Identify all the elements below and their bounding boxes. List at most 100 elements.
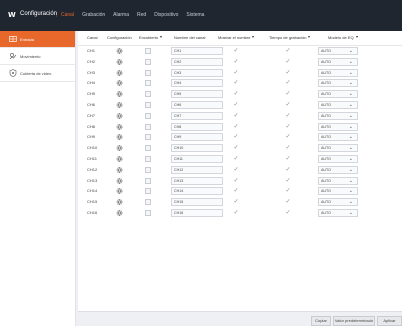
channel-name-input[interactable]: CH4 xyxy=(171,79,223,88)
tab-grabacion[interactable]: Grabación xyxy=(82,12,105,18)
record-time-checkbox[interactable]: ✓ xyxy=(284,166,292,174)
covert-checkbox[interactable] xyxy=(145,156,151,162)
channel-name-input[interactable]: CH8 xyxy=(171,122,223,131)
record-time-checkbox[interactable]: ✓ xyxy=(284,79,292,87)
covert-checkbox[interactable] xyxy=(145,188,151,195)
eq-model-select[interactable]: AUTO ⌄ xyxy=(318,209,358,217)
record-time-checkbox[interactable]: ✓ xyxy=(284,209,292,217)
gear-icon[interactable] xyxy=(116,166,123,174)
gear-icon[interactable] xyxy=(116,144,123,152)
default-button[interactable]: Valor predeterminado xyxy=(333,316,375,326)
gear-icon[interactable] xyxy=(116,133,123,141)
show-name-checkbox[interactable]: ✓ xyxy=(232,133,240,141)
eq-model-select[interactable]: AUTO ⌄ xyxy=(318,79,358,88)
tab-sistema[interactable]: Sistema xyxy=(186,12,204,18)
apply-button[interactable]: Aplicar xyxy=(377,316,402,326)
show-name-checkbox[interactable]: ✓ xyxy=(232,69,240,77)
channel-name-input[interactable]: CH6 xyxy=(171,101,223,109)
header-modelo-eq[interactable]: Modelo de EQ xyxy=(328,33,358,43)
channel-name-input[interactable]: CH2 xyxy=(171,57,223,66)
covert-checkbox[interactable] xyxy=(145,80,151,87)
covert-checkbox[interactable] xyxy=(145,123,151,130)
gear-icon[interactable] xyxy=(116,198,123,206)
sidebar-item-entrada[interactable]: Entrada xyxy=(0,31,75,48)
tab-dispositivo[interactable]: Dispositivo xyxy=(154,12,178,18)
covert-checkbox[interactable] xyxy=(145,91,151,98)
gear-icon[interactable] xyxy=(116,155,123,163)
eq-model-select[interactable]: AUTO ⌄ xyxy=(318,187,358,196)
sidebar-item-movimiento[interactable]: Movimiento xyxy=(0,48,75,65)
gear-icon[interactable] xyxy=(116,47,123,55)
record-time-checkbox[interactable]: ✓ xyxy=(284,155,292,163)
gear-icon[interactable] xyxy=(116,209,123,217)
show-name-checkbox[interactable]: ✓ xyxy=(232,90,240,98)
channel-name-input[interactable]: CH14 xyxy=(171,187,223,196)
eq-model-select[interactable]: AUTO ⌄ xyxy=(318,122,358,131)
covert-checkbox[interactable] xyxy=(145,166,151,173)
show-name-checkbox[interactable]: ✓ xyxy=(232,144,240,152)
eq-model-select[interactable]: AUTO ⌄ xyxy=(318,101,358,109)
show-name-checkbox[interactable]: ✓ xyxy=(232,123,240,131)
record-time-checkbox[interactable]: ✓ xyxy=(284,133,292,141)
record-time-checkbox[interactable]: ✓ xyxy=(284,198,292,206)
gear-icon[interactable] xyxy=(116,187,123,195)
eq-model-select[interactable]: AUTO ⌄ xyxy=(318,68,358,77)
gear-icon[interactable] xyxy=(116,79,123,87)
eq-model-select[interactable]: AUTO ⌄ xyxy=(318,176,358,185)
record-time-checkbox[interactable]: ✓ xyxy=(284,187,292,195)
record-time-checkbox[interactable]: ✓ xyxy=(284,101,292,109)
gear-icon[interactable] xyxy=(116,69,123,77)
eq-model-select[interactable]: AUTO ⌄ xyxy=(318,111,358,120)
gear-icon[interactable] xyxy=(116,58,123,66)
eq-model-select[interactable]: AUTO ⌄ xyxy=(318,198,358,207)
eq-model-select[interactable]: AUTO ⌄ xyxy=(318,47,358,55)
show-name-checkbox[interactable]: ✓ xyxy=(232,187,240,195)
show-name-checkbox[interactable]: ✓ xyxy=(232,155,240,163)
header-mostrar-nombre[interactable]: Mostrar el nombre xyxy=(218,33,255,43)
record-time-checkbox[interactable]: ✓ xyxy=(284,58,292,66)
covert-checkbox[interactable] xyxy=(145,58,151,65)
channel-name-input[interactable]: CH13 xyxy=(171,176,223,185)
eq-model-select[interactable]: AUTO ⌄ xyxy=(318,90,358,99)
show-name-checkbox[interactable]: ✓ xyxy=(232,177,240,185)
record-time-checkbox[interactable]: ✓ xyxy=(284,90,292,98)
channel-name-input[interactable]: CH1 xyxy=(171,47,223,55)
show-name-checkbox[interactable]: ✓ xyxy=(232,101,240,109)
covert-checkbox[interactable] xyxy=(145,199,151,206)
show-name-checkbox[interactable]: ✓ xyxy=(232,47,240,55)
gear-icon[interactable] xyxy=(116,177,123,185)
channel-name-input[interactable]: CH16 xyxy=(171,209,223,217)
channel-name-input[interactable]: CH10 xyxy=(171,144,223,153)
show-name-checkbox[interactable]: ✓ xyxy=(232,112,240,120)
eq-model-select[interactable]: AUTO ⌄ xyxy=(318,57,358,66)
tab-canal[interactable]: Canal xyxy=(61,12,74,18)
covert-checkbox[interactable] xyxy=(145,112,151,119)
covert-checkbox[interactable] xyxy=(145,210,151,216)
channel-name-input[interactable]: CH3 xyxy=(171,68,223,77)
covert-checkbox[interactable] xyxy=(145,48,151,54)
channel-name-input[interactable]: CH5 xyxy=(171,90,223,99)
gear-icon[interactable] xyxy=(116,90,123,98)
record-time-checkbox[interactable]: ✓ xyxy=(284,177,292,185)
eq-model-select[interactable]: AUTO ⌄ xyxy=(318,133,358,142)
show-name-checkbox[interactable]: ✓ xyxy=(232,166,240,174)
eq-model-select[interactable]: AUTO ⌄ xyxy=(318,155,358,163)
record-time-checkbox[interactable]: ✓ xyxy=(284,69,292,77)
show-name-checkbox[interactable]: ✓ xyxy=(232,58,240,66)
channel-name-input[interactable]: CH11 xyxy=(171,155,223,163)
channel-name-input[interactable]: CH9 xyxy=(171,133,223,142)
header-tiempo-grabacion[interactable]: Tiempo de grabación xyxy=(269,33,311,43)
gear-icon[interactable] xyxy=(116,123,123,131)
eq-model-select[interactable]: AUTO ⌄ xyxy=(318,144,358,153)
sidebar-item-cubierta-de-video[interactable]: Cubierta de video xyxy=(0,65,75,82)
record-time-checkbox[interactable]: ✓ xyxy=(284,47,292,55)
channel-name-input[interactable]: CH15 xyxy=(171,198,223,207)
record-time-checkbox[interactable]: ✓ xyxy=(284,112,292,120)
covert-checkbox[interactable] xyxy=(145,145,151,152)
record-time-checkbox[interactable]: ✓ xyxy=(284,144,292,152)
header-encubierto[interactable]: Encubierto xyxy=(139,33,163,43)
covert-checkbox[interactable] xyxy=(145,177,151,184)
channel-name-input[interactable]: CH7 xyxy=(171,111,223,120)
show-name-checkbox[interactable]: ✓ xyxy=(232,209,240,217)
gear-icon[interactable] xyxy=(116,101,123,109)
